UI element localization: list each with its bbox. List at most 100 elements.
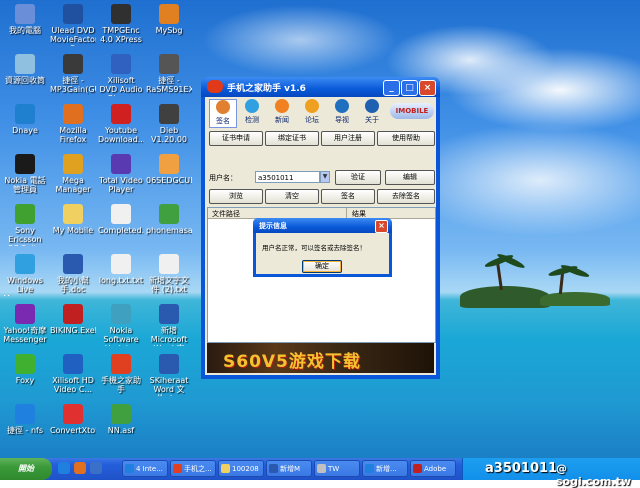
- desktop-icon-label: Windows Live Messenger: [3, 276, 46, 296]
- column-file-path[interactable]: 文件路径: [212, 209, 240, 219]
- word-doc-icon: [159, 304, 179, 324]
- toolbar-label: 检测: [245, 116, 259, 124]
- window-title: 手机之家助手 v1.6: [227, 84, 306, 94]
- desktop-icon-label: NN.asf: [107, 426, 135, 435]
- edit-button[interactable]: 编辑: [385, 170, 435, 185]
- remove-sign-button[interactable]: 去除签名: [377, 189, 435, 204]
- toolbar-about-button[interactable]: 关于: [359, 99, 385, 126]
- desktop-shortcut[interactable]: Nokia Software Updater: [98, 302, 144, 354]
- dvd-ripper-icon: [111, 54, 131, 74]
- clear-button[interactable]: 清空: [265, 189, 319, 204]
- column-separator: [346, 208, 347, 218]
- desktop-shortcut[interactable]: Dieb V1.20.00: [146, 102, 192, 154]
- toolbar-search-button[interactable]: 导视: [329, 99, 355, 126]
- desktop-shortcut[interactable]: 資源回收筒: [2, 52, 48, 104]
- desktop-icon-label: Xilisoft HD Video C...: [52, 376, 94, 394]
- desktop-shortcut[interactable]: 新增 Microsoft Word 文件.doc: [146, 302, 192, 354]
- search-icon: [335, 99, 349, 113]
- cert-apply-button[interactable]: 证书申请: [209, 131, 263, 146]
- start-button[interactable]: 開始: [0, 458, 52, 480]
- taskbar-task[interactable]: 100208: [218, 460, 264, 477]
- dialog-close-button[interactable]: ×: [375, 220, 388, 233]
- task-label: 100208: [232, 465, 259, 473]
- desktop-shortcut[interactable]: Yahoo!奇摩 Messenger: [2, 302, 48, 354]
- desktop-shortcut[interactable]: Ulead DVD MovieFactory 5: [50, 2, 96, 54]
- firefox-quicklaunch-icon[interactable]: [74, 462, 86, 474]
- sign-button[interactable]: 签名: [321, 189, 375, 204]
- ie-quicklaunch-icon[interactable]: [58, 462, 70, 474]
- desktop-icon-label: Total Video Player: [99, 176, 143, 194]
- taskbar-task[interactable]: 4 Inte...: [122, 460, 168, 477]
- desktop-shortcut[interactable]: 捷徑 - nfs: [2, 402, 48, 454]
- desktop-shortcut[interactable]: 我的電腦: [2, 2, 48, 54]
- taskbar-task[interactable]: 手机之...: [170, 460, 216, 477]
- desktop-shortcut[interactable]: 手機之家助手: [98, 352, 144, 404]
- word-doc-icon: [63, 254, 83, 274]
- desktop-shortcut[interactable]: SKiheraat Word 文件.doc: [146, 352, 192, 404]
- desktop-icon-label: Ulead DVD MovieFactory 5: [50, 26, 96, 46]
- desktop-shortcut[interactable]: My Mobile: [50, 202, 96, 254]
- close-button[interactable]: ×: [419, 80, 436, 96]
- palm-tree-trunk: [558, 271, 565, 295]
- desktop-shortcut[interactable]: Total Video Player: [98, 152, 144, 204]
- taskbar-task[interactable]: 新增M: [266, 460, 312, 477]
- desktop-shortcut[interactable]: Foxy: [2, 352, 48, 404]
- desktop-shortcut[interactable]: Mega Manager: [50, 152, 96, 204]
- taskbar-task[interactable]: 新增...: [362, 460, 408, 477]
- desktop-shortcut[interactable]: ConvertXtoDV...: [50, 402, 96, 454]
- desktop-shortcut[interactable]: long.txt.txt: [98, 252, 144, 304]
- show-desktop-icon[interactable]: [90, 462, 102, 474]
- desktop-shortcut[interactable]: NN.asf: [98, 402, 144, 454]
- desktop-shortcut[interactable]: 捷徑 - MP3Gain(GU...: [50, 52, 96, 104]
- desktop-shortcut[interactable]: Dnaye: [2, 102, 48, 154]
- desktop-shortcut[interactable]: Youtube Download...: [98, 102, 144, 154]
- desktop-shortcut[interactable]: MySbg: [146, 2, 192, 54]
- ok-button[interactable]: 确定: [302, 260, 342, 273]
- dialog-titlebar[interactable]: 提示信息 ×: [253, 218, 392, 233]
- toolbar-rss-button[interactable]: 新闻: [269, 99, 295, 126]
- desktop-shortcut[interactable]: Completed.txt: [98, 202, 144, 254]
- island-small: [540, 292, 610, 306]
- desktop-shortcut[interactable]: phonemasa...: [146, 202, 192, 254]
- desktop-shortcut[interactable]: TMPGEnc 4.0 XPress: [98, 2, 144, 54]
- sony-ericsson-icon: [15, 204, 35, 224]
- desktop-shortcut[interactable]: BIKING.ExeMag...: [50, 302, 96, 354]
- desktop-shortcut[interactable]: Windows Live Messenger: [2, 252, 48, 304]
- verify-button[interactable]: 验证: [335, 170, 381, 185]
- desktop-icon-label: TMPGEnc 4.0 XPress: [100, 26, 142, 44]
- app-icon: [207, 80, 223, 93]
- desktop-shortcut[interactable]: 我的小幫手.doc: [50, 252, 96, 304]
- desktop-shortcut[interactable]: Nokia 電話管理員: [2, 152, 48, 204]
- toolbar-label: 新闻: [275, 116, 289, 124]
- toolbar-forum-button[interactable]: 论坛: [299, 99, 325, 126]
- desktop-shortcut[interactable]: Sony Ericsson PC Suite 6.0: [2, 202, 48, 254]
- browse-button[interactable]: 浏览: [209, 189, 263, 204]
- folder-icon: [63, 204, 83, 224]
- minimize-button[interactable]: _: [383, 80, 400, 96]
- desktop-shortcut[interactable]: Xilisoft DVD Audio Ripper: [98, 52, 144, 104]
- ad-banner[interactable]: S60V5游戏下载: [207, 343, 434, 373]
- window-titlebar[interactable]: 手机之家助手 v1.6 _ □ ×: [201, 77, 440, 97]
- username-input[interactable]: a3501011: [255, 171, 320, 183]
- desktop-shortcut[interactable]: 捷徑 - RaSMS91EXE: [146, 52, 192, 104]
- bind-cert-button[interactable]: 绑定证书: [265, 131, 319, 146]
- toolbar-sign-button[interactable]: 签名: [209, 99, 237, 128]
- dialog-title: 提示信息: [259, 222, 287, 230]
- user-register-button[interactable]: 用户注册: [321, 131, 375, 146]
- desktop-shortcut[interactable]: Mozilla Firefox: [50, 102, 96, 154]
- detect-icon: [245, 99, 259, 113]
- desktop-shortcut[interactable]: Xilisoft HD Video C...: [50, 352, 96, 404]
- desktop-icon-label: Nokia 電話管理員: [4, 176, 46, 194]
- taskbar-task[interactable]: Adobe: [410, 460, 456, 477]
- desktop-shortcut[interactable]: 06SEDGCUB...: [146, 152, 192, 204]
- help-button[interactable]: 使用帮助: [377, 131, 435, 146]
- taskbar-task[interactable]: TW: [314, 460, 360, 477]
- desktop-shortcut[interactable]: 新增文字文件 (2).txt: [146, 252, 192, 304]
- rss-icon: [275, 99, 289, 113]
- toolbar-label: 关于: [365, 116, 379, 124]
- chevron-down-icon[interactable]: ▼: [320, 171, 330, 183]
- username-label: 用户名：: [209, 174, 237, 182]
- toolbar-detect-button[interactable]: 检测: [239, 99, 265, 126]
- maximize-button[interactable]: □: [401, 80, 418, 96]
- word-doc-icon: [159, 354, 179, 374]
